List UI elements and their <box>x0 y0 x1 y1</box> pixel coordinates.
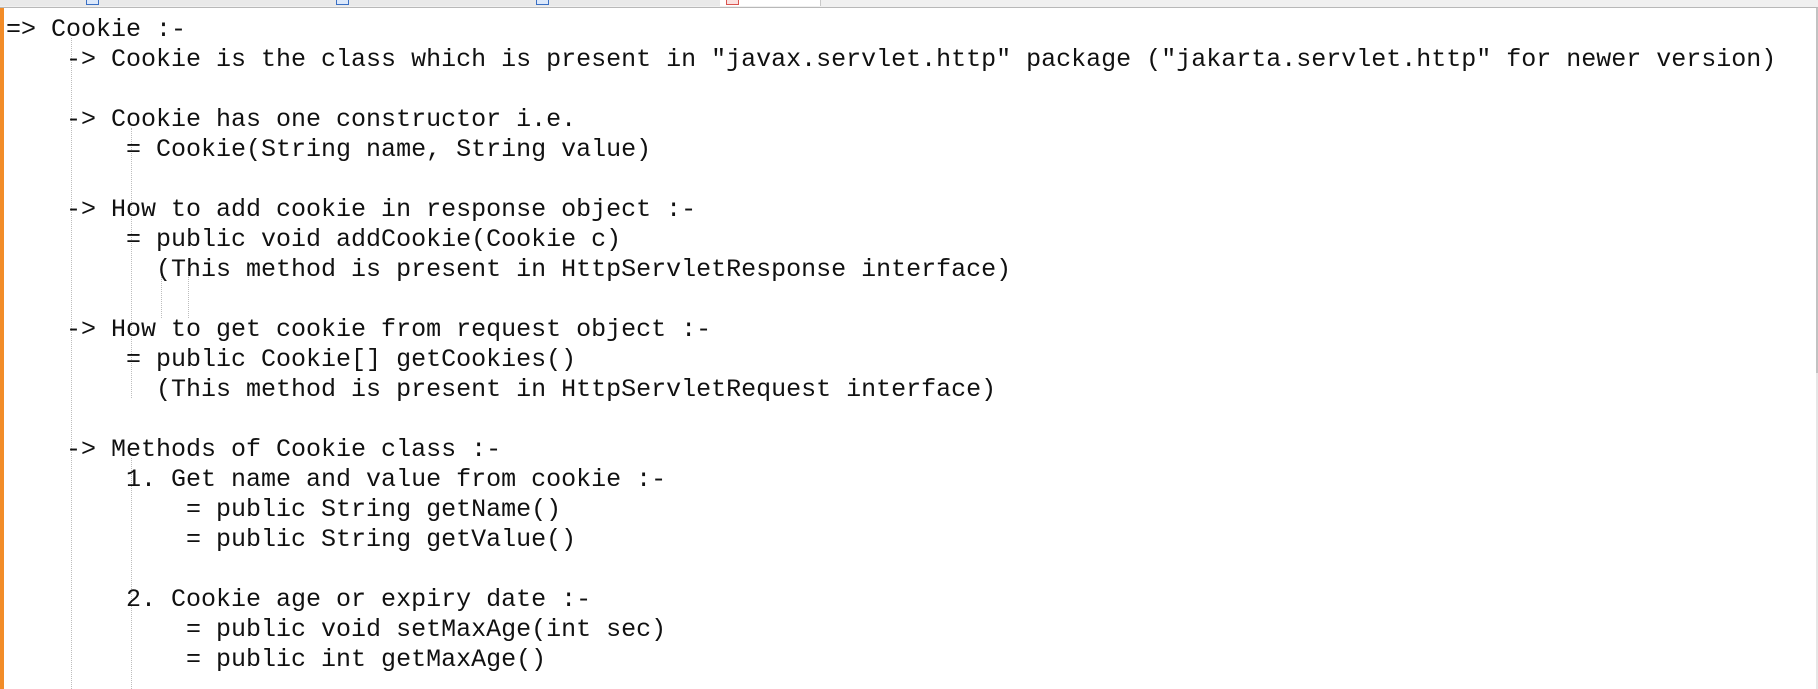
code-line: -> Cookie has one constructor i.e. <box>6 105 577 134</box>
code-line: = public Cookie[] getCookies() <box>6 345 577 374</box>
code-line: -> Methods of Cookie class :- <box>6 435 502 464</box>
code-line: = public void addCookie(Cookie c) <box>6 225 622 254</box>
document-modified-icon <box>726 0 739 5</box>
tab-strip <box>0 0 1818 8</box>
code-line: = public void setMaxAge(int sec) <box>6 615 667 644</box>
tab-file-3[interactable] <box>330 0 531 6</box>
code-line: = public int getMaxAge() <box>6 645 547 674</box>
code-line: 1. Get name and value from cookie :- <box>6 465 667 494</box>
document-icon <box>336 0 349 5</box>
code-line: = public String getValue() <box>6 525 577 554</box>
code-line: (This method is present in HttpServletRe… <box>6 255 1012 284</box>
tab-file-active[interactable] <box>720 0 821 6</box>
tab-file-4[interactable] <box>530 0 721 6</box>
code-line: = Cookie(String name, String value) <box>6 135 652 164</box>
change-history-bar <box>0 8 4 689</box>
document-icon <box>86 0 99 5</box>
code-line: -> How to get cookie from request object… <box>6 315 712 344</box>
code-line: (This method is present in HttpServletRe… <box>6 375 997 404</box>
editor-text-area[interactable]: => Cookie :- -> Cookie is the class whic… <box>6 8 1806 689</box>
code-line: = public String getName() <box>6 495 562 524</box>
text-editor-window: => Cookie :- -> Cookie is the class whic… <box>0 0 1818 689</box>
document-icon <box>536 0 549 5</box>
code-line: -> How to add cookie in response object … <box>6 195 697 224</box>
code-line: => Cookie :- <box>6 15 187 44</box>
tab-file-2[interactable] <box>80 0 331 6</box>
tab-file-1[interactable] <box>0 0 81 6</box>
code-line: 2. Cookie age or expiry date :- <box>6 585 592 614</box>
code-line: -> Cookie is the class which is present … <box>6 45 1777 74</box>
